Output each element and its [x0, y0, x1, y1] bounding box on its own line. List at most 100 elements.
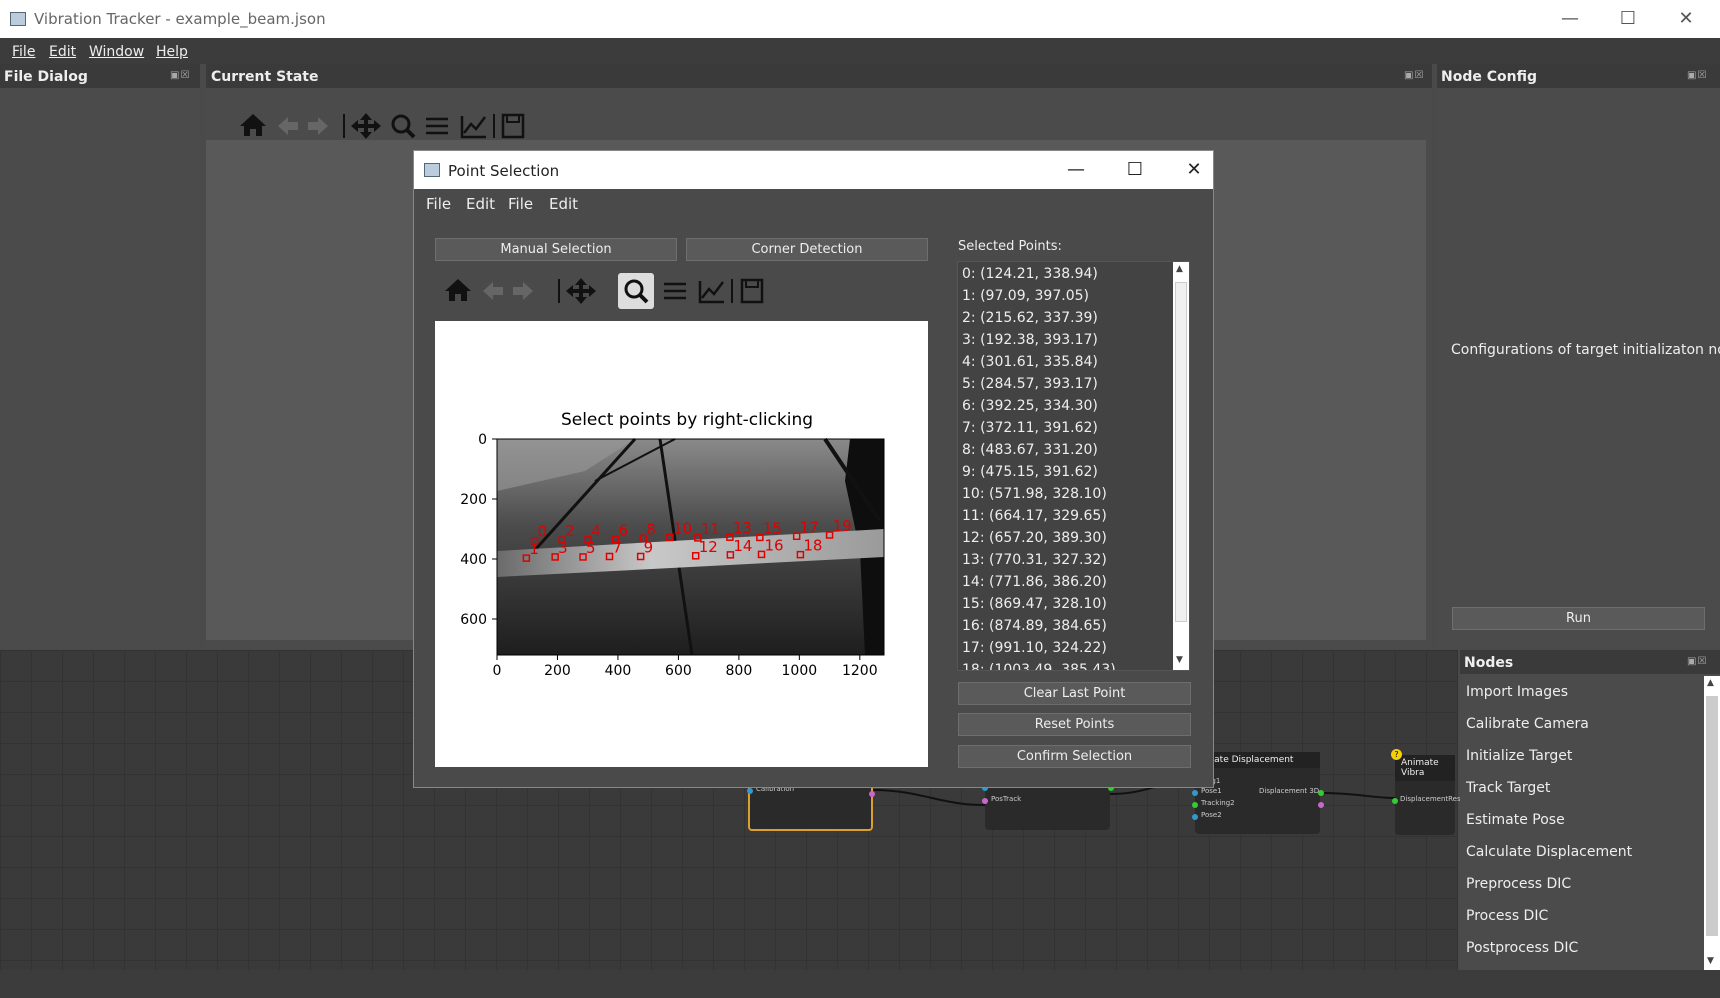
- scroll-up-icon[interactable]: ▲: [1176, 264, 1183, 274]
- dialog-menu-file-2[interactable]: File: [508, 195, 533, 213]
- point-label: 11: [701, 520, 720, 538]
- menu-edit[interactable]: Edit: [49, 44, 76, 60]
- point-label: 17: [800, 518, 819, 536]
- selected-point-item[interactable]: 10: (571.98, 328.10): [962, 486, 1107, 502]
- main-titlebar: Vibration Tracker - example_beam.json — …: [0, 0, 1720, 38]
- scroll-down-icon[interactable]: ▼: [1707, 956, 1714, 966]
- selected-point-item[interactable]: 6: (392.25, 334.30): [962, 398, 1098, 414]
- reset-points-button[interactable]: Reset Points: [958, 713, 1191, 736]
- y-tick-label: 400: [460, 552, 487, 568]
- dialog-menu-edit[interactable]: Edit: [466, 195, 495, 213]
- dialog-minimize-button[interactable]: —: [1054, 157, 1098, 183]
- node-config-text: Configurations of target initializaton n…: [1451, 342, 1720, 358]
- port-label: DisplacementRes: [1400, 795, 1461, 803]
- selected-point-item[interactable]: 15: (869.47, 328.10): [962, 596, 1107, 612]
- scroll-up-icon[interactable]: ▲: [1707, 678, 1714, 688]
- selected-points-list[interactable]: 0: (124.21, 338.94) 1: (97.09, 397.05) 2: …: [957, 261, 1190, 671]
- scroll-down-icon[interactable]: ▼: [1176, 655, 1183, 665]
- menubar: File Edit Window Help: [0, 38, 1720, 64]
- selected-point-item[interactable]: 13: (770.31, 327.32): [962, 552, 1107, 568]
- y-tick-label: 600: [460, 612, 487, 628]
- point-label: 6: [619, 521, 629, 539]
- point-label: 0: [538, 523, 548, 541]
- list-item[interactable]: Process DIC: [1466, 908, 1548, 924]
- dialog-titlebar: Point Selection — ☐ ✕: [414, 151, 1213, 189]
- close-button[interactable]: ✕: [1664, 6, 1708, 32]
- point-label: 4: [591, 522, 601, 540]
- plot-title: Select points by right-clicking: [561, 410, 813, 430]
- menu-file[interactable]: File: [12, 44, 35, 60]
- node-config-dock: Node Config ▣☒ Configurations of target …: [1437, 64, 1720, 648]
- selected-point-item[interactable]: 0: (124.21, 338.94): [962, 266, 1098, 282]
- list-item[interactable]: Initialize Target: [1466, 748, 1572, 764]
- nodes-title: Nodes: [1460, 650, 1720, 674]
- dialog-menu-edit-2[interactable]: Edit: [549, 195, 578, 213]
- list-item[interactable]: Estimate Pose: [1466, 812, 1565, 828]
- dialog-toolbar-icons[interactable]: [435, 269, 765, 313]
- list-item[interactable]: Postprocess DIC: [1466, 940, 1578, 956]
- selected-point-item[interactable]: 3: (192.38, 393.17): [962, 332, 1098, 348]
- maximize-button[interactable]: ☐: [1606, 6, 1650, 32]
- point-label: 1: [529, 540, 539, 558]
- plot-canvas[interactable]: Select points by right-clicking 0 200 40…: [435, 321, 928, 767]
- scroll-thumb[interactable]: [1706, 696, 1718, 936]
- y-tick-label: 0: [478, 432, 487, 448]
- menu-help[interactable]: Help: [156, 44, 188, 60]
- x-tick-label: 1000: [782, 663, 818, 679]
- node-title: Animate Vibra: [1395, 755, 1455, 781]
- dialog-close-button[interactable]: ✕: [1172, 157, 1216, 183]
- point-selection-plot[interactable]: Select points by right-clicking 0 200 40…: [435, 321, 928, 767]
- selected-point-item[interactable]: 7: (372.11, 391.62): [962, 420, 1098, 436]
- beam-image[interactable]: [496, 437, 885, 656]
- confirm-selection-button[interactable]: Confirm Selection: [958, 745, 1191, 768]
- dialog-mpl-toolbar: [435, 269, 765, 313]
- dock-float-close-icon[interactable]: ▣☒: [170, 70, 190, 81]
- list-item[interactable]: Calculate Displacement: [1466, 844, 1632, 860]
- dialog-maximize-button[interactable]: ☐: [1113, 157, 1157, 183]
- list-item[interactable]: Track Target: [1466, 780, 1550, 796]
- manual-selection-button[interactable]: Manual Selection: [435, 238, 677, 261]
- dialog-menu-file[interactable]: File: [426, 195, 451, 213]
- selected-point-item[interactable]: 14: (771.86, 386.20): [962, 574, 1107, 590]
- selected-point-item[interactable]: 2: (215.62, 337.39): [962, 310, 1098, 326]
- scroll-thumb[interactable]: [1175, 282, 1187, 622]
- selected-point-item[interactable]: 5: (284.57, 393.17): [962, 376, 1098, 392]
- selected-point-item[interactable]: 18: (1003.49, 385.43): [962, 662, 1116, 670]
- point-label: 18: [803, 537, 822, 555]
- point-label: 2: [565, 522, 575, 540]
- dock-float-close-icon[interactable]: ▣☒: [1687, 70, 1707, 81]
- selected-point-item[interactable]: 11: (664.17, 329.65): [962, 508, 1107, 524]
- file-dialog-dock: File Dialog ▣☒: [0, 64, 200, 648]
- dock-float-close-icon[interactable]: ▣☒: [1404, 70, 1424, 81]
- selected-point-item[interactable]: 17: (991.10, 324.22): [962, 640, 1107, 656]
- selected-point-item[interactable]: 16: (874.89, 384.65): [962, 618, 1107, 634]
- points-scrollbar[interactable]: ▲ ▼: [1173, 262, 1189, 670]
- status-bar: [0, 970, 1720, 998]
- x-tick-label: 0: [493, 663, 502, 679]
- app-icon: [10, 12, 26, 26]
- list-item[interactable]: Calibrate Camera: [1466, 716, 1589, 732]
- warning-icon: ?: [1391, 749, 1402, 760]
- point-label: 7: [613, 538, 623, 556]
- selected-point-item[interactable]: 9: (475.15, 391.62): [962, 464, 1098, 480]
- current-state-title: Current State: [206, 64, 1432, 88]
- run-button[interactable]: Run: [1452, 607, 1705, 630]
- dock-float-close-icon[interactable]: ▣☒: [1687, 656, 1707, 667]
- node-list: Import Images Calibrate Camera Initializ…: [1460, 676, 1704, 970]
- selected-point-item[interactable]: 8: (483.67, 331.20): [962, 442, 1098, 458]
- node-list-scrollbar[interactable]: ▲ ▼: [1704, 676, 1720, 970]
- list-item[interactable]: Import Images: [1466, 684, 1568, 700]
- list-item[interactable]: Preprocess DIC: [1466, 876, 1571, 892]
- selected-point-item[interactable]: 4: (301.61, 335.84): [962, 354, 1098, 370]
- minimize-button[interactable]: —: [1548, 6, 1592, 32]
- window-title: Vibration Tracker - example_beam.json: [34, 10, 326, 28]
- selected-point-item[interactable]: 12: (657.20, 389.30): [962, 530, 1107, 546]
- point-label: 15: [763, 519, 782, 537]
- selected-point-item[interactable]: 1: (97.09, 397.05): [962, 288, 1089, 304]
- port-label: Displacement 3D: [1259, 787, 1320, 795]
- node-config-title: Node Config: [1437, 64, 1720, 88]
- menu-window[interactable]: Window: [89, 44, 144, 60]
- graph-node-animate[interactable]: Animate Vibra DisplacementRes: [1392, 755, 1461, 835]
- corner-detection-button[interactable]: Corner Detection: [686, 238, 928, 261]
- clear-last-point-button[interactable]: Clear Last Point: [958, 682, 1191, 705]
